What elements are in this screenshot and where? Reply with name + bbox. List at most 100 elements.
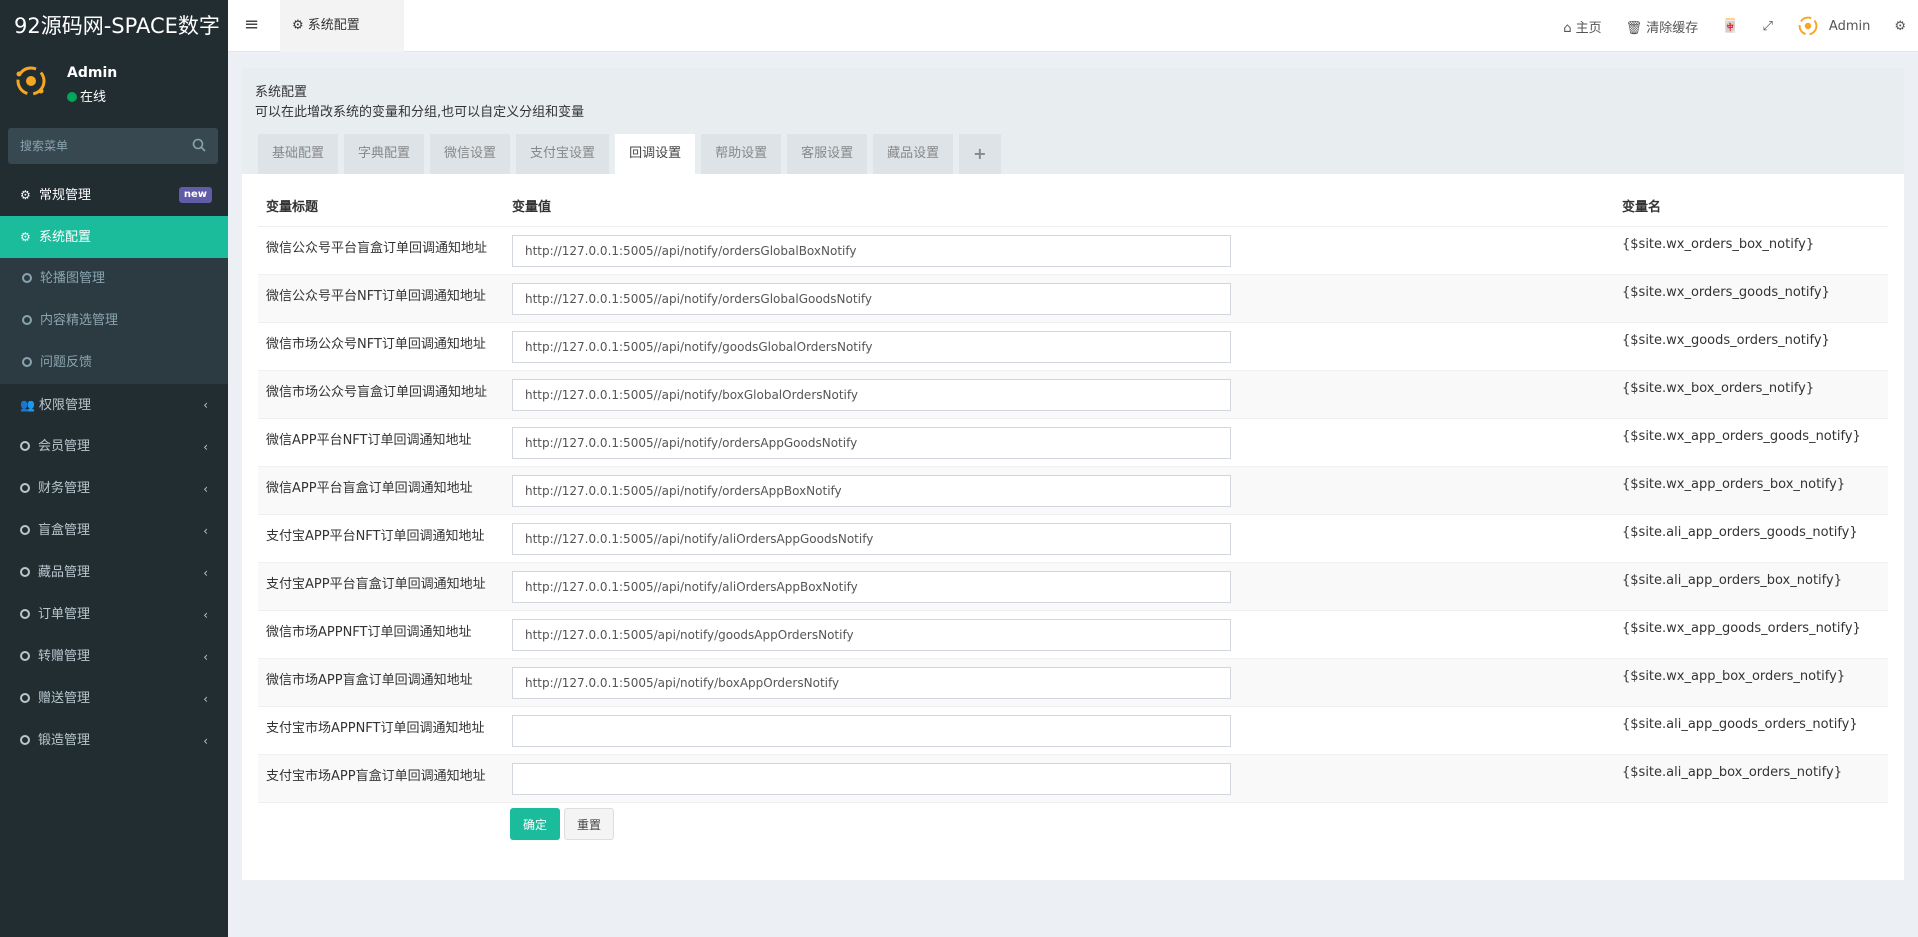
variable-value-cell xyxy=(504,754,1614,803)
variable-value-input[interactable] xyxy=(512,666,1231,699)
add-tab-button[interactable]: + xyxy=(959,134,1001,174)
column-header-value: 变量值 xyxy=(504,186,1614,227)
sidebar-item-featured[interactable]: 内容精选管理 xyxy=(0,300,228,342)
online-dot-icon xyxy=(67,92,77,102)
sidebar-item-label: 藏品管理 xyxy=(38,565,91,580)
variable-value-input[interactable] xyxy=(512,474,1231,507)
settings-cogs-icon[interactable]: ⚙ xyxy=(1882,19,1918,34)
variable-value-input[interactable] xyxy=(512,378,1231,411)
tab-basic[interactable]: 基础配置 xyxy=(258,134,339,174)
variable-value-input[interactable] xyxy=(512,714,1231,747)
user-status-label: 在线 xyxy=(80,90,107,105)
variable-value-input[interactable] xyxy=(512,570,1231,603)
reset-button[interactable]: 重置 xyxy=(564,808,614,840)
variable-title: 微信APP平台NFT订单回调通知地址 xyxy=(258,418,504,467)
tab-customer-service[interactable]: 客服设置 xyxy=(787,134,868,174)
language-icon[interactable]: 🀄 xyxy=(1710,19,1750,34)
variable-value-cell xyxy=(504,706,1614,755)
tab-collection[interactable]: 藏品设置 xyxy=(873,134,954,174)
cogs-icon: ⚙ xyxy=(20,188,31,202)
sidebar-item-label: 会员管理 xyxy=(38,439,91,454)
home-link[interactable]: ⌂ 主页 xyxy=(1551,17,1613,36)
variable-value-input[interactable] xyxy=(512,522,1231,555)
variable-name: {$site.wx_box_orders_notify} xyxy=(1614,370,1888,419)
tab-callback[interactable]: 回调设置 xyxy=(615,134,696,174)
variable-value-cell xyxy=(504,466,1614,515)
gear-icon: ⚙ xyxy=(20,230,31,244)
sidebar-menu: ⚙ 常规管理 new ⚙ 系统配置 轮播图管理 内容精选管理 问题反馈 👥 权限管理 ‹… xyxy=(0,174,228,762)
sidebar-item-label: 内容精选管理 xyxy=(40,313,119,328)
sidebar-item-orders[interactable]: 订单管理 ‹ xyxy=(0,594,228,636)
circle-icon xyxy=(20,483,30,493)
tab-dictionary[interactable]: 字典配置 xyxy=(344,134,425,174)
sidebar-item-permissions[interactable]: 👥 权限管理 ‹ xyxy=(0,384,228,426)
tab-help[interactable]: 帮助设置 xyxy=(701,134,782,174)
sidebar-item-forge[interactable]: 锻造管理 ‹ xyxy=(0,720,228,762)
variable-name: {$site.wx_app_box_orders_notify} xyxy=(1614,658,1888,707)
main-content: 系统配置 可以在此增改系统的变量和分组,也可以自定义分组和变量 基础配置 字典配… xyxy=(228,52,1918,937)
column-header-title: 变量标题 xyxy=(258,186,504,227)
circle-icon xyxy=(20,735,30,745)
variable-name: {$site.ali_app_goods_orders_notify} xyxy=(1614,706,1888,755)
chevron-left-icon: ‹ xyxy=(203,440,208,454)
tab-alipay[interactable]: 支付宝设置 xyxy=(516,134,610,174)
tab-system-config[interactable]: ⚙ 系统配置 xyxy=(280,0,404,52)
chevron-left-icon: ‹ xyxy=(203,692,208,706)
menu-search-input[interactable] xyxy=(8,128,188,164)
variable-value-cell xyxy=(504,418,1614,467)
sidebar-item-gift[interactable]: 赠送管理 ‹ xyxy=(0,678,228,720)
table-row: 微信APP平台NFT订单回调通知地址 {$site.wx_app_orders_g… xyxy=(258,418,1888,467)
confirm-button[interactable]: 确定 xyxy=(510,808,560,840)
variable-value-input[interactable] xyxy=(512,762,1231,795)
variable-title: 微信公众号平台盲盒订单回调通知地址 xyxy=(258,226,504,275)
table-header-row: 变量标题 变量值 变量名 xyxy=(258,186,1888,227)
config-panel: 系统配置 可以在此增改系统的变量和分组,也可以自定义分组和变量 基础配置 字典配… xyxy=(242,68,1904,880)
circle-icon xyxy=(22,273,32,283)
sidebar-item-collections[interactable]: 藏品管理 ‹ xyxy=(0,552,228,594)
variable-value-cell xyxy=(504,658,1614,707)
app-title[interactable]: 92源码网-SPACE数字 xyxy=(0,0,228,52)
variable-title: 支付宝市场APPNFT订单回调通知地址 xyxy=(258,706,504,755)
variable-title: 微信市场公众号盲盒订单回调通知地址 xyxy=(258,370,504,419)
circle-icon xyxy=(22,357,32,367)
tab-wechat[interactable]: 微信设置 xyxy=(430,134,511,174)
sidebar-item-blindbox[interactable]: 盲盒管理 ‹ xyxy=(0,510,228,552)
table-row: 支付宝市场APPNFT订单回调通知地址 {$site.ali_app_goods_… xyxy=(258,706,1888,755)
sidebar-item-banner[interactable]: 轮播图管理 xyxy=(0,258,228,300)
menu-toggle-icon[interactable]: ≡ xyxy=(244,14,259,35)
user-status: 在线 xyxy=(67,86,106,105)
sidebar-item-label: 系统配置 xyxy=(39,230,92,245)
sidebar-item-label: 权限管理 xyxy=(39,398,92,413)
table-row: 微信公众号平台盲盒订单回调通知地址 {$site.wx_orders_box_no… xyxy=(258,226,1888,275)
variable-value-cell xyxy=(504,562,1614,611)
circle-icon xyxy=(20,441,30,451)
clear-cache-button[interactable]: 🗑 清除缓存 xyxy=(1614,17,1711,36)
variable-title: 微信市场APP盲盒订单回调通知地址 xyxy=(258,658,504,707)
variable-value-cell xyxy=(504,514,1614,563)
variable-value-input[interactable] xyxy=(512,618,1231,651)
user-menu[interactable]: Admin xyxy=(1785,15,1882,37)
variable-title: 微信APP平台盲盒订单回调通知地址 xyxy=(258,466,504,515)
sidebar-item-transfer[interactable]: 转赠管理 ‹ xyxy=(0,636,228,678)
variable-value-input[interactable] xyxy=(512,234,1231,267)
sidebar-item-label: 问题反馈 xyxy=(40,355,93,370)
sidebar-item-label: 轮播图管理 xyxy=(40,271,106,286)
sidebar-item-general[interactable]: ⚙ 常规管理 new xyxy=(0,174,228,216)
sidebar-item-members[interactable]: 会员管理 ‹ xyxy=(0,426,228,468)
variable-value-input[interactable] xyxy=(512,330,1231,363)
sidebar-item-feedback[interactable]: 问题反馈 xyxy=(0,342,228,384)
search-icon[interactable] xyxy=(192,138,206,152)
sidebar-item-label: 赠送管理 xyxy=(38,691,91,706)
sidebar-item-finance[interactable]: 财务管理 ‹ xyxy=(0,468,228,510)
fullscreen-icon[interactable]: ⤢ xyxy=(1751,19,1785,34)
sidebar-item-system-config[interactable]: ⚙ 系统配置 xyxy=(0,216,228,258)
trash-icon: 🗑 xyxy=(1625,20,1647,36)
variable-value-input[interactable] xyxy=(512,426,1231,459)
sidebar-item-label: 财务管理 xyxy=(38,481,91,496)
chevron-left-icon: ‹ xyxy=(203,398,208,412)
tab-label: 系统配置 xyxy=(307,18,360,33)
variable-title: 支付宝市场APP盲盒订单回调通知地址 xyxy=(258,754,504,803)
variable-name: {$site.ali_app_orders_goods_notify} xyxy=(1614,514,1888,563)
sidebar-item-label: 常规管理 xyxy=(39,188,92,203)
variable-value-input[interactable] xyxy=(512,282,1231,315)
